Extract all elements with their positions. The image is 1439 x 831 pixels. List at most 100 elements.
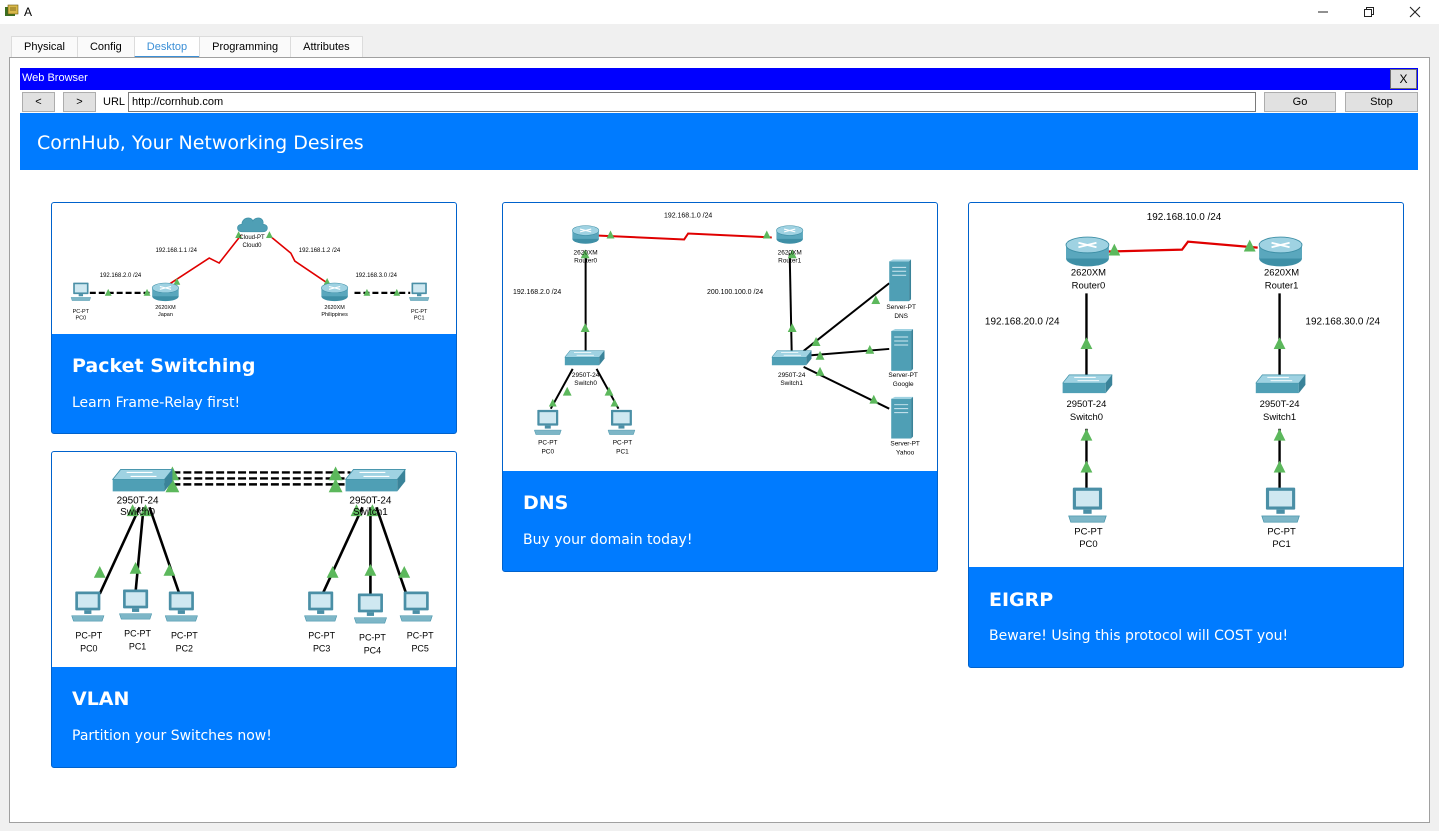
- card-eigrp[interactable]: 192.168.10.0 /24 192.168.20.0 /24 192.16…: [968, 202, 1404, 668]
- dns-wan-label: 192.168.1.0 /24: [664, 213, 712, 220]
- eigrp-switch1-name: Switch1: [1263, 412, 1296, 423]
- go-button[interactable]: Go: [1264, 92, 1336, 112]
- eigrp-router1-name: Router1: [1265, 280, 1299, 291]
- server-yahoo-model: Server-PT: [890, 441, 920, 448]
- dns-lan-right-label: 200.100.100.0 /24: [707, 289, 763, 296]
- eigrp-switch0-name: Switch0: [1070, 412, 1103, 423]
- pc0-model: PC-PT: [75, 631, 102, 641]
- pc3-model: PC-PT: [308, 631, 335, 641]
- cloud-model-label: Cloud-PT: [239, 235, 265, 241]
- dns-pc0-name: PC0: [541, 448, 554, 455]
- packet-switching-topology-image: Cloud-PT Cloud0 192.168.1.1 /24 192.168.…: [52, 203, 456, 334]
- switch0-name: Switch0: [574, 380, 597, 387]
- vlan-topology-image: 2950T-24 Switch0 2950T-24 Switch1 PC-PT …: [52, 452, 456, 667]
- pc1-model: PC-PT: [124, 629, 151, 639]
- lan-right-label: 192.168.3.0 /24: [355, 273, 397, 279]
- dns-topology-image: 192.168.1.0 /24 192.168.2.0 /24 200.100.…: [503, 203, 937, 471]
- back-button[interactable]: <: [22, 92, 55, 112]
- router-left-name: Japan: [158, 312, 173, 318]
- packet-tracer-app-icon: [5, 4, 19, 16]
- pc-left-model: PC-PT: [73, 309, 90, 315]
- card-title: DNS: [523, 492, 569, 514]
- switch0-model: 2950T-24: [572, 372, 600, 379]
- router-left-model: 2620XM: [155, 305, 176, 311]
- eigrp-router0-model: 2620XM: [1071, 268, 1106, 279]
- page-title: CornHub, Your Networking Desires: [37, 132, 364, 154]
- card-title: EIGRP: [989, 589, 1054, 611]
- switch1-model: 2950T-24: [778, 372, 806, 379]
- router1-name: Router1: [778, 257, 801, 264]
- net-right-label: 192.168.1.2 /24: [299, 248, 341, 254]
- router1-model: 2620XM: [778, 249, 802, 256]
- pc2-model: PC-PT: [171, 631, 198, 641]
- card-text: Buy your domain today!: [523, 532, 693, 548]
- minimize-icon: [1318, 11, 1328, 13]
- web-page: CornHub, Your Networking Desires Cloud-P…: [20, 113, 1418, 811]
- net-left-label: 192.168.1.1 /24: [155, 248, 197, 254]
- server-yahoo-name: Yahoo: [896, 449, 915, 456]
- switch-right-model: 2950T-24: [349, 495, 391, 506]
- router0-model: 2620XM: [574, 249, 598, 256]
- forward-button[interactable]: >: [63, 92, 96, 112]
- eigrp-diagram: 192.168.10.0 /24 192.168.20.0 /24 192.16…: [985, 212, 1381, 550]
- server-google-name: Google: [893, 381, 914, 388]
- server-dns-name: DNS: [894, 313, 908, 320]
- eigrp-pc0-name: PC0: [1079, 539, 1097, 550]
- minimize-button[interactable]: [1300, 0, 1346, 24]
- eigrp-switch1-model: 2950T-24: [1260, 399, 1300, 410]
- pc2-name: PC2: [176, 644, 193, 654]
- window-titlebar: A: [0, 0, 1439, 24]
- router-right-model: 2620XM: [324, 305, 345, 311]
- card-dns[interactable]: 192.168.1.0 /24 192.168.2.0 /24 200.100.…: [502, 202, 938, 572]
- eigrp-lan-right-label: 192.168.30.0 /24: [1305, 316, 1380, 327]
- router-philippines-icon: [320, 282, 349, 302]
- eigrp-pc1-model: PC-PT: [1267, 526, 1296, 537]
- dns-diagram: 192.168.1.0 /24 192.168.2.0 /24 200.100.…: [513, 213, 920, 457]
- pc-left-name: PC0: [76, 316, 87, 322]
- eigrp-wan-label: 192.168.10.0 /24: [1147, 212, 1222, 223]
- restore-button[interactable]: [1346, 0, 1392, 24]
- url-input[interactable]: [128, 92, 1256, 112]
- router0-name: Router0: [574, 257, 597, 264]
- restore-icon: [1364, 7, 1374, 17]
- eigrp-lan-left-label: 192.168.20.0 /24: [985, 316, 1060, 327]
- tab-config[interactable]: Config: [76, 36, 135, 58]
- eigrp-router1-model: 2620XM: [1264, 268, 1299, 279]
- card-text: Learn Frame-Relay first!: [72, 395, 241, 411]
- dns-lan-left-label: 192.168.2.0 /24: [513, 289, 561, 296]
- tab-programming[interactable]: Programming: [199, 36, 292, 58]
- card-text: Beware! Using this protocol will COST yo…: [989, 628, 1289, 644]
- close-icon: [1409, 6, 1421, 18]
- switch-left-name: Switch0: [120, 507, 155, 518]
- pc4-name: PC4: [364, 646, 381, 656]
- tab-attributes[interactable]: Attributes: [290, 36, 363, 58]
- pc-right-name: PC1: [414, 316, 425, 322]
- stop-button[interactable]: Stop: [1345, 92, 1418, 112]
- lan-left-label: 192.168.2.0 /24: [100, 273, 142, 279]
- page-header: CornHub, Your Networking Desires: [20, 113, 1418, 170]
- server-dns-model: Server-PT: [886, 304, 916, 311]
- switch1-name: Switch1: [780, 380, 803, 387]
- window-title: A: [24, 5, 33, 19]
- packet-switching-diagram: Cloud-PT Cloud0 192.168.1.1 /24 192.168.…: [70, 217, 430, 322]
- browser-navigation: < > URL Go Stop: [20, 91, 1418, 113]
- pc1-name: PC1: [129, 642, 146, 652]
- tab-physical[interactable]: Physical: [11, 36, 78, 58]
- tab-desktop[interactable]: Desktop: [133, 36, 201, 58]
- card-packet-switching[interactable]: Cloud-PT Cloud0 192.168.1.1 /24 192.168.…: [51, 202, 457, 434]
- eigrp-router0-name: Router0: [1072, 280, 1106, 291]
- card-title: VLAN: [72, 688, 130, 710]
- router-right-name: Philippines: [321, 312, 348, 318]
- card-text: Partition your Switches now!: [72, 728, 272, 744]
- close-window-button[interactable]: [1392, 0, 1438, 24]
- device-tabs: Physical Config Desktop Programming Attr…: [11, 36, 363, 58]
- card-vlan[interactable]: 2950T-24 Switch0 2950T-24 Switch1 PC-PT …: [51, 451, 457, 768]
- pc3-name: PC3: [313, 644, 330, 654]
- close-browser-button[interactable]: X: [1390, 69, 1417, 89]
- card-title: Packet Switching: [72, 355, 256, 377]
- switch-left-model: 2950T-24: [117, 495, 159, 506]
- eigrp-pc0-model: PC-PT: [1074, 526, 1103, 537]
- router-japan-icon: [151, 282, 180, 302]
- pc5-model: PC-PT: [407, 631, 434, 641]
- dns-pc1-name: PC1: [616, 448, 629, 455]
